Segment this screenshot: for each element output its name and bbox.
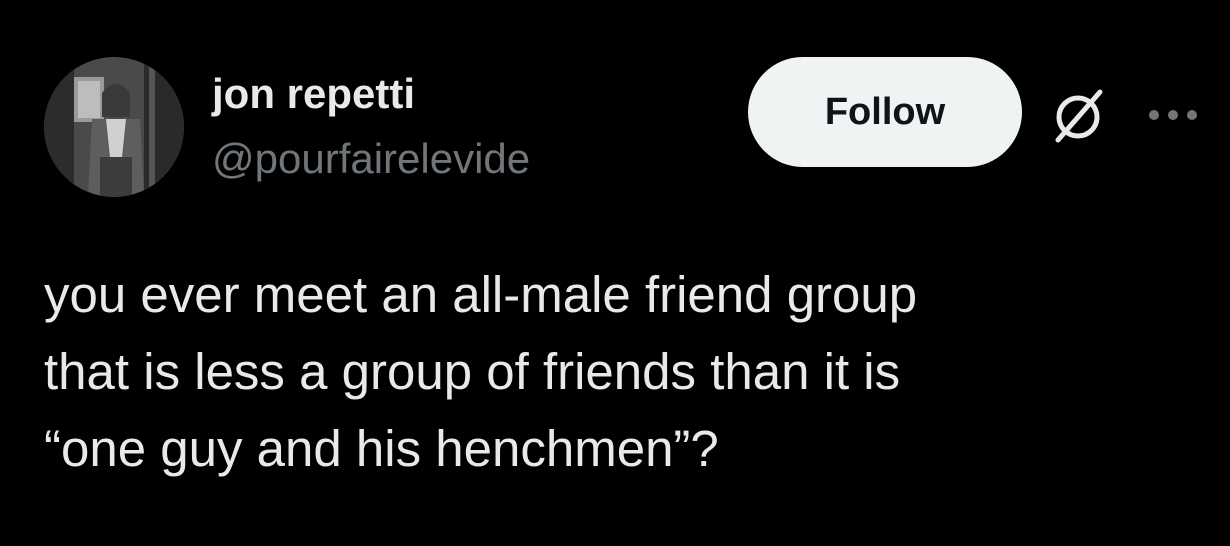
- tweet-text: you ever meet an all-male friend group t…: [44, 256, 1194, 487]
- tweet-text-line: that is less a group of friends than it …: [44, 343, 901, 400]
- profile-photo-icon: [44, 57, 184, 197]
- tweet-card: jon repetti @pourfairelevide Follow you …: [0, 0, 1230, 546]
- author-handle[interactable]: @pourfairelevide: [212, 131, 530, 187]
- avatar[interactable]: [44, 57, 184, 197]
- tweet-text-line: “one guy and his henchmen”?: [44, 420, 719, 477]
- follow-button[interactable]: Follow: [748, 57, 1022, 167]
- author-display-name[interactable]: jon repetti: [212, 66, 415, 122]
- grok-icon[interactable]: [1048, 84, 1110, 146]
- tweet-text-line: you ever meet an all-male friend group: [44, 266, 918, 323]
- more-icon[interactable]: [1145, 100, 1201, 130]
